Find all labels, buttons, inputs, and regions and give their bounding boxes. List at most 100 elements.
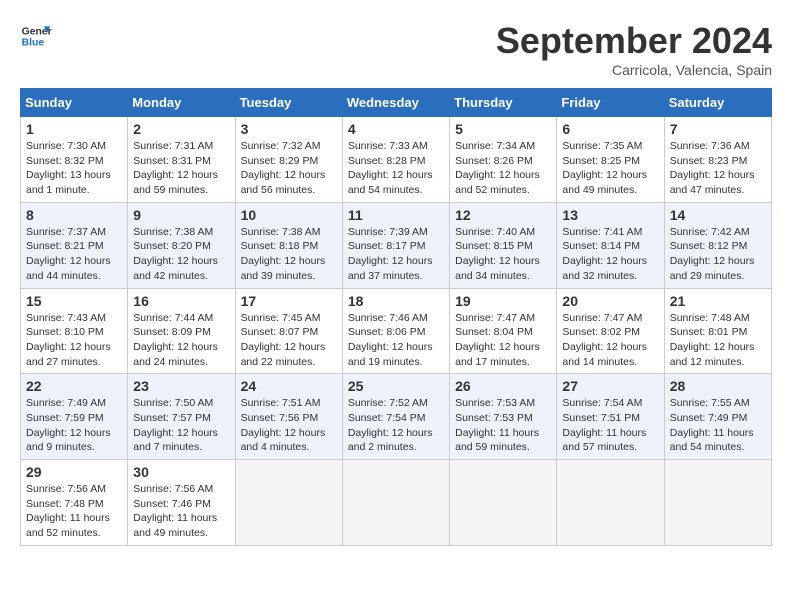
header-tuesday: Tuesday xyxy=(235,89,342,117)
calendar-cell: 24Sunrise: 7:51 AMSunset: 7:56 PMDayligh… xyxy=(235,374,342,460)
day-number: 10 xyxy=(241,207,337,223)
day-info: Sunrise: 7:52 AMSunset: 7:54 PMDaylight:… xyxy=(348,396,444,455)
calendar-cell: 10 Sunrise: 7:38 AMSunset: 8:18 PMDayligh… xyxy=(235,202,342,288)
calendar-cell: 18Sunrise: 7:46 AMSunset: 8:06 PMDayligh… xyxy=(342,288,449,374)
day-info: Sunrise: 7:39 AMSunset: 8:17 PMDaylight:… xyxy=(348,225,444,284)
day-number: 8 xyxy=(26,207,122,223)
header-monday: Monday xyxy=(128,89,235,117)
calendar-cell: 26Sunrise: 7:53 AMSunset: 7:53 PMDayligh… xyxy=(450,374,557,460)
day-info: Sunrise: 7:55 AMSunset: 7:49 PMDaylight:… xyxy=(670,396,766,455)
day-info: Sunrise: 7:36 AMSunset: 8:23 PMDaylight:… xyxy=(670,139,766,198)
day-info: Sunrise: 7:47 AMSunset: 8:04 PMDaylight:… xyxy=(455,311,551,370)
header-friday: Friday xyxy=(557,89,664,117)
calendar-cell: 15 Sunrise: 7:43 AMSunset: 8:10 PMDayligh… xyxy=(21,288,128,374)
calendar-cell: 9 Sunrise: 7:38 AMSunset: 8:20 PMDaylight… xyxy=(128,202,235,288)
calendar-cell: 12 Sunrise: 7:40 AMSunset: 8:15 PMDayligh… xyxy=(450,202,557,288)
day-number: 13 xyxy=(562,207,658,223)
calendar-row-3: 15 Sunrise: 7:43 AMSunset: 8:10 PMDayligh… xyxy=(21,288,772,374)
day-number: 12 xyxy=(455,207,551,223)
calendar-table: SundayMondayTuesdayWednesdayThursdayFrid… xyxy=(20,88,772,546)
calendar-cell xyxy=(664,460,771,546)
day-number: 1 xyxy=(26,121,122,137)
day-info: Sunrise: 7:45 AMSunset: 8:07 PMDaylight:… xyxy=(241,311,337,370)
day-info: Sunrise: 7:38 AMSunset: 8:20 PMDaylight:… xyxy=(133,225,229,284)
day-number: 5 xyxy=(455,121,551,137)
day-number: 3 xyxy=(241,121,337,137)
logo-icon: General Blue xyxy=(20,20,52,52)
logo: General Blue xyxy=(20,20,52,52)
header-wednesday: Wednesday xyxy=(342,89,449,117)
calendar-cell: 11Sunrise: 7:39 AMSunset: 8:17 PMDayligh… xyxy=(342,202,449,288)
day-info: Sunrise: 7:47 AMSunset: 8:02 PMDaylight:… xyxy=(562,311,658,370)
calendar-cell: 13 Sunrise: 7:41 AMSunset: 8:14 PMDayligh… xyxy=(557,202,664,288)
calendar-row-1: 1 Sunrise: 7:30 AMSunset: 8:32 PMDaylight… xyxy=(21,117,772,203)
day-info: Sunrise: 7:41 AMSunset: 8:14 PMDaylight:… xyxy=(562,225,658,284)
day-number: 16 xyxy=(133,293,229,309)
calendar-cell: 2 Sunrise: 7:31 AMSunset: 8:31 PMDaylight… xyxy=(128,117,235,203)
day-info: Sunrise: 7:44 AMSunset: 8:09 PMDaylight:… xyxy=(133,311,229,370)
day-number: 9 xyxy=(133,207,229,223)
calendar-cell: 22 Sunrise: 7:49 AMSunset: 7:59 PMDayligh… xyxy=(21,374,128,460)
calendar-cell: 21 Sunrise: 7:48 AMSunset: 8:01 PMDayligh… xyxy=(664,288,771,374)
day-number: 6 xyxy=(562,121,658,137)
calendar-cell: 14 Sunrise: 7:42 AMSunset: 8:12 PMDayligh… xyxy=(664,202,771,288)
day-number: 20 xyxy=(562,293,658,309)
title-block: September 2024 Carricola, Valencia, Spai… xyxy=(496,20,772,78)
day-number: 4 xyxy=(348,121,444,137)
day-number: 14 xyxy=(670,207,766,223)
page-header: General Blue September 2024 Carricola, V… xyxy=(20,20,772,78)
month-title: September 2024 xyxy=(496,20,772,62)
day-info: Sunrise: 7:38 AMSunset: 8:18 PMDaylight:… xyxy=(241,225,337,284)
calendar-cell: 27 Sunrise: 7:54 AMSunset: 7:51 PMDayligh… xyxy=(557,374,664,460)
header-sunday: Sunday xyxy=(21,89,128,117)
day-info: Sunrise: 7:48 AMSunset: 8:01 PMDaylight:… xyxy=(670,311,766,370)
day-info: Sunrise: 7:34 AMSunset: 8:26 PMDaylight:… xyxy=(455,139,551,198)
day-info: Sunrise: 7:31 AMSunset: 8:31 PMDaylight:… xyxy=(133,139,229,198)
calendar-cell xyxy=(235,460,342,546)
day-number: 21 xyxy=(670,293,766,309)
day-info: Sunrise: 7:54 AMSunset: 7:51 PMDaylight:… xyxy=(562,396,658,455)
day-info: Sunrise: 7:56 AMSunset: 7:46 PMDaylight:… xyxy=(133,482,229,541)
day-number: 23 xyxy=(133,378,229,394)
day-number: 30 xyxy=(133,464,229,480)
day-info: Sunrise: 7:33 AMSunset: 8:28 PMDaylight:… xyxy=(348,139,444,198)
day-number: 28 xyxy=(670,378,766,394)
day-info: Sunrise: 7:53 AMSunset: 7:53 PMDaylight:… xyxy=(455,396,551,455)
day-number: 19 xyxy=(455,293,551,309)
calendar-cell: 1 Sunrise: 7:30 AMSunset: 8:32 PMDaylight… xyxy=(21,117,128,203)
calendar-cell: 7 Sunrise: 7:36 AMSunset: 8:23 PMDaylight… xyxy=(664,117,771,203)
calendar-cell: 4 Sunrise: 7:33 AMSunset: 8:28 PMDaylight… xyxy=(342,117,449,203)
day-info: Sunrise: 7:42 AMSunset: 8:12 PMDaylight:… xyxy=(670,225,766,284)
calendar-cell: 29Sunrise: 7:56 AMSunset: 7:48 PMDayligh… xyxy=(21,460,128,546)
header-thursday: Thursday xyxy=(450,89,557,117)
calendar-row-5: 29Sunrise: 7:56 AMSunset: 7:48 PMDayligh… xyxy=(21,460,772,546)
day-number: 2 xyxy=(133,121,229,137)
calendar-row-4: 22 Sunrise: 7:49 AMSunset: 7:59 PMDayligh… xyxy=(21,374,772,460)
calendar-cell: 28 Sunrise: 7:55 AMSunset: 7:49 PMDayligh… xyxy=(664,374,771,460)
location: Carricola, Valencia, Spain xyxy=(496,62,772,78)
calendar-cell: 25 Sunrise: 7:52 AMSunset: 7:54 PMDayligh… xyxy=(342,374,449,460)
calendar-row-2: 8 Sunrise: 7:37 AMSunset: 8:21 PMDaylight… xyxy=(21,202,772,288)
day-info: Sunrise: 7:43 AMSunset: 8:10 PMDaylight:… xyxy=(26,311,122,370)
calendar-cell: 20 Sunrise: 7:47 AMSunset: 8:02 PMDayligh… xyxy=(557,288,664,374)
day-info: Sunrise: 7:40 AMSunset: 8:15 PMDaylight:… xyxy=(455,225,551,284)
day-number: 7 xyxy=(670,121,766,137)
header-row: SundayMondayTuesdayWednesdayThursdayFrid… xyxy=(21,89,772,117)
day-info: Sunrise: 7:30 AMSunset: 8:32 PMDaylight:… xyxy=(26,139,122,198)
calendar-cell: 16 Sunrise: 7:44 AMSunset: 8:09 PMDayligh… xyxy=(128,288,235,374)
day-number: 25 xyxy=(348,378,444,394)
day-number: 22 xyxy=(26,378,122,394)
day-number: 15 xyxy=(26,293,122,309)
day-number: 18 xyxy=(348,293,444,309)
day-info: Sunrise: 7:35 AMSunset: 8:25 PMDaylight:… xyxy=(562,139,658,198)
calendar-cell: 23 Sunrise: 7:50 AMSunset: 7:57 PMDayligh… xyxy=(128,374,235,460)
day-number: 27 xyxy=(562,378,658,394)
svg-text:Blue: Blue xyxy=(22,38,45,49)
day-info: Sunrise: 7:51 AMSunset: 7:56 PMDaylight:… xyxy=(241,396,337,455)
day-info: Sunrise: 7:49 AMSunset: 7:59 PMDaylight:… xyxy=(26,396,122,455)
calendar-cell: 17Sunrise: 7:45 AMSunset: 8:07 PMDayligh… xyxy=(235,288,342,374)
calendar-cell xyxy=(557,460,664,546)
day-info: Sunrise: 7:56 AMSunset: 7:48 PMDaylight:… xyxy=(26,482,122,541)
day-info: Sunrise: 7:50 AMSunset: 7:57 PMDaylight:… xyxy=(133,396,229,455)
day-info: Sunrise: 7:37 AMSunset: 8:21 PMDaylight:… xyxy=(26,225,122,284)
